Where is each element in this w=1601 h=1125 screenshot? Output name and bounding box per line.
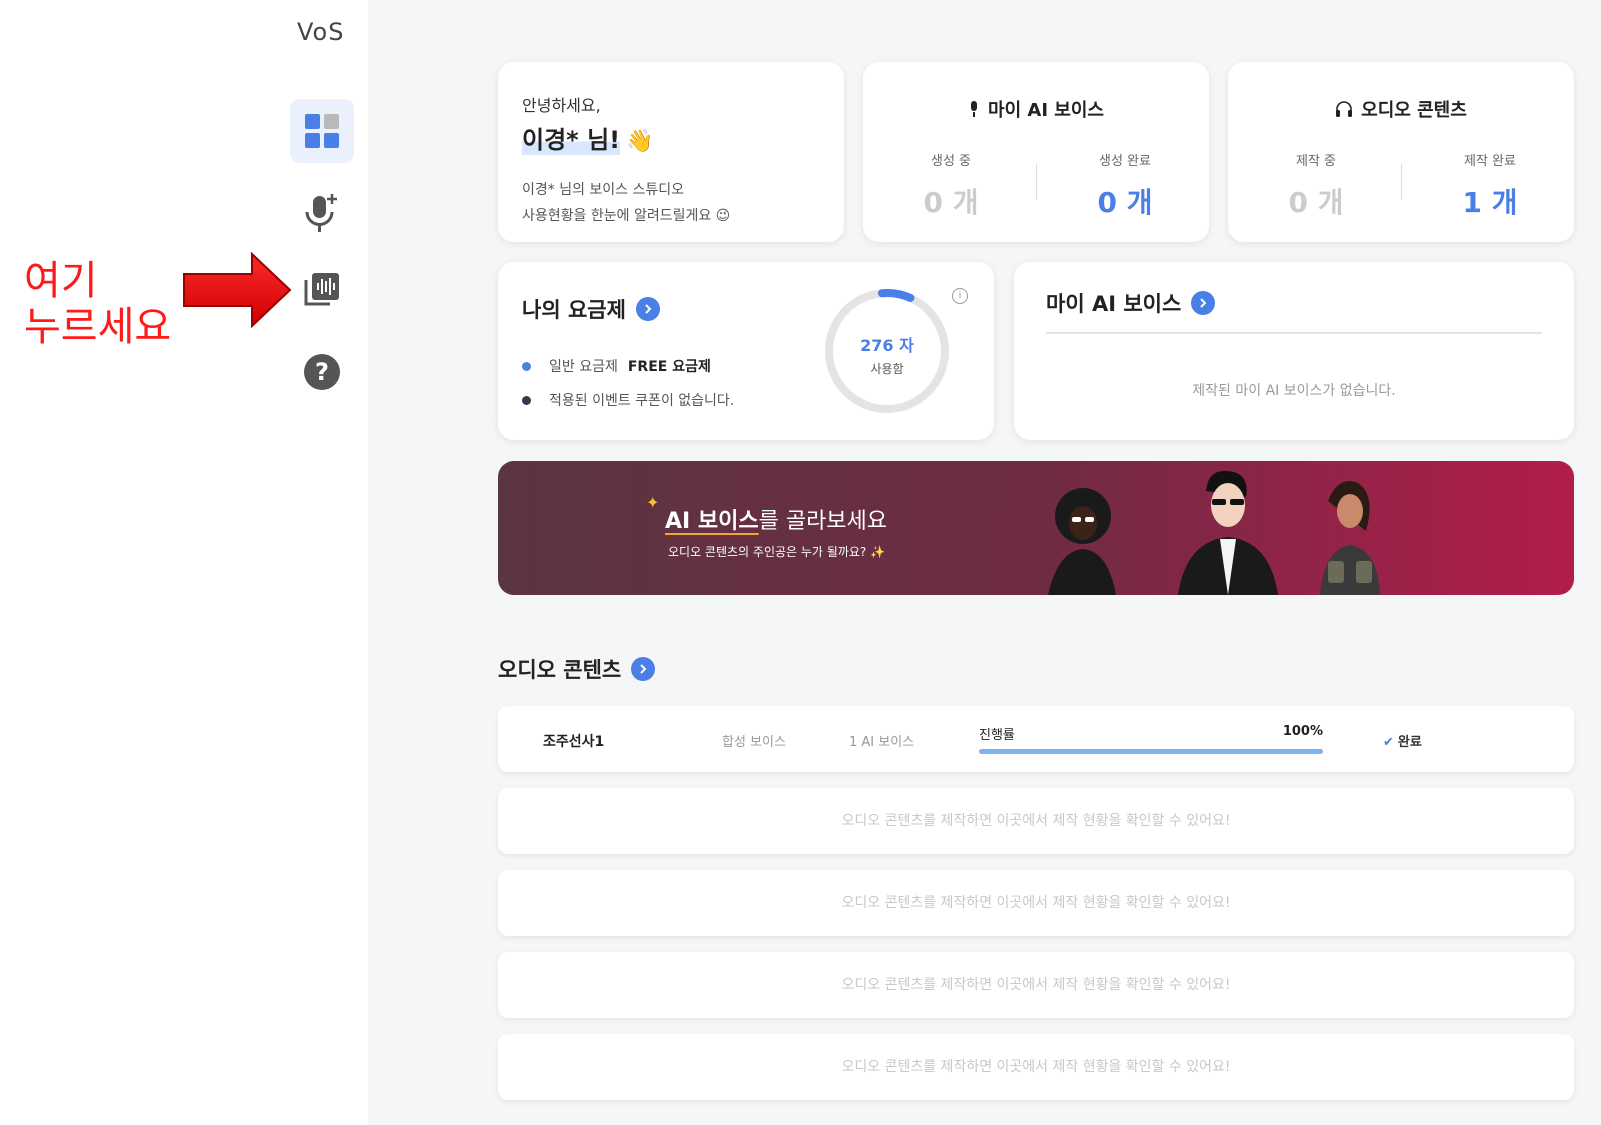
nav-voice-create-button[interactable] [290, 180, 354, 244]
help-icon: ? [304, 354, 340, 390]
status-label: 완료 [1397, 735, 1422, 750]
audio-stats-card[interactable]: 오디오 콘텐츠 제작 중 0 개 제작 완료 1 개 [1228, 62, 1574, 242]
audio-empty-message: 오디오 콘텐츠를 제작하면 이곳에서 제작 현황을 확인할 수 있어요! [841, 813, 1231, 829]
voice-characters-illustration [1048, 470, 1380, 595]
annotation-text: 여기 누르세요 [24, 258, 171, 350]
voice-done-label: 생성 완료 [1099, 154, 1151, 169]
mic-icon [971, 101, 978, 117]
headphones-icon [1336, 101, 1353, 117]
audio-content-type: 합성 보이스 [722, 735, 786, 750]
audio-stats-title: 오디오 콘텐츠 [1361, 100, 1467, 121]
audio-in-progress-label: 제작 중 [1295, 154, 1336, 169]
audio-content-voice: 1 AI 보이스 [849, 735, 915, 750]
bullet-icon [522, 361, 531, 371]
nav-help-button[interactable]: ? [290, 340, 354, 404]
audio-content-progress: 진행률 100% [979, 724, 1323, 754]
audio-empty-message: 오디오 콘텐츠를 제작하면 이곳에서 제작 현황을 확인할 수 있어요! [841, 895, 1231, 911]
voice-done-count: 0 개 [1097, 186, 1153, 219]
audio-section-header: 오디오 콘텐츠 [498, 654, 656, 684]
ai-voice-banner[interactable]: ✦ AI 보이스를 골라보세요 오디오 콘텐츠의 주인공은 누가 될까요? ✨ [498, 461, 1574, 595]
svg-text:?: ? [315, 358, 329, 386]
my-voice-card: 마이 AI 보이스 제작된 마이 AI 보이스가 없습니다. [1014, 262, 1574, 440]
voice-in-progress-label: 생성 중 [930, 154, 971, 169]
chevron-right-icon [635, 297, 660, 321]
coupon-status: 적용된 이벤트 쿠폰이 없습니다. [549, 393, 735, 409]
dashboard-icon [305, 114, 339, 148]
progress-label: 진행률 [979, 728, 1015, 743]
my-voice-stats-title: 마이 AI 보이스 [988, 100, 1104, 121]
info-icon[interactable]: i [952, 288, 968, 304]
audio-content-title: 조주선사1 [543, 734, 605, 750]
banner-headline: AI 보이스를 골라보세요 [665, 503, 887, 535]
banner-subtitle: 오디오 콘텐츠의 주인공은 누가 될까요? ✨ [668, 545, 886, 559]
audio-empty-message: 오디오 콘텐츠를 제작하면 이곳에서 제작 현황을 확인할 수 있어요! [841, 977, 1231, 993]
plan-title: 나의 요금제 [522, 298, 626, 322]
annotation-line2: 누르세요 [24, 304, 172, 350]
stat-divider [1036, 164, 1037, 200]
audio-in-progress-count: 0 개 [1288, 186, 1344, 219]
progress-percent: 100% [1282, 724, 1323, 739]
annotation-line1: 여기 [24, 258, 98, 304]
audio-done-count: 1 개 [1462, 186, 1518, 219]
mic-plus-icon [305, 194, 337, 232]
check-icon: ✔ [1383, 735, 1394, 750]
audio-title-link[interactable]: 오디오 콘텐츠 [498, 654, 656, 684]
app-logo[interactable]: VoS [297, 18, 344, 46]
my-voice-stats-card[interactable]: 마이 AI 보이스 생성 중 0 개 생성 완료 0 개 [863, 62, 1209, 242]
voice-in-progress-count: 0 개 [923, 186, 979, 219]
banner-headline-bold: AI 보이스 [665, 509, 759, 534]
sparkle-icon: ✦ [646, 493, 660, 512]
greeting-card: 안녕하세요, 이경* 님! 👋 이경* 님의 보이스 스튜디오 사용현황을 한눈에… [498, 62, 844, 242]
audio-empty-row: 오디오 콘텐츠를 제작하면 이곳에서 제작 현황을 확인할 수 있어요! [498, 1034, 1574, 1100]
my-voice-title-link[interactable]: 마이 AI 보이스 [1046, 288, 1542, 318]
annotation-arrow-icon [183, 252, 292, 328]
my-voice-title: 마이 AI 보이스 [1046, 292, 1182, 316]
usage-text: 276 자 사용함 [820, 332, 954, 377]
plan-item-value: FREE 요금제 [627, 359, 711, 375]
nav-dashboard-button[interactable] [290, 99, 354, 163]
usage-label: 사용함 [870, 362, 904, 376]
greeting-desc-1: 이경* 님의 보이스 스튜디오 [522, 182, 685, 198]
audio-empty-row: 오디오 콘텐츠를 제작하면 이곳에서 제작 현황을 확인할 수 있어요! [498, 870, 1574, 936]
user-name: 이경* 님! [522, 120, 621, 155]
divider [1046, 332, 1542, 334]
greeting-hello: 안녕하세요, [522, 96, 601, 115]
bullet-icon [522, 395, 531, 405]
audio-section-title: 오디오 콘텐츠 [498, 658, 622, 682]
audio-content-row[interactable]: 조주선사1 합성 보이스 1 AI 보이스 진행률 100% ✔ 완료 [498, 706, 1574, 772]
audio-library-icon [304, 273, 339, 306]
greeting-desc-2: 사용현황을 한눈에 알려드릴게요 😉 [522, 208, 731, 224]
audio-empty-row: 오디오 콘텐츠를 제작하면 이곳에서 제작 현황을 확인할 수 있어요! [498, 788, 1574, 854]
progress-bar [979, 749, 1323, 754]
sidebar: VoS ? [0, 0, 368, 1125]
audio-empty-message: 오디오 콘텐츠를 제작하면 이곳에서 제작 현황을 확인할 수 있어요! [841, 1059, 1231, 1075]
stat-divider [1401, 164, 1402, 200]
wave-hand-icon: 👋 [626, 129, 654, 154]
plan-item-label: 일반 요금제 [549, 359, 618, 375]
usage-value: 276 자 [860, 336, 914, 355]
plan-card: 나의 요금제 일반 요금제 FREE 요금제 적용된 이벤트 쿠폰이 없습니다.… [498, 262, 994, 440]
audio-done-label: 제작 완료 [1464, 154, 1516, 169]
nav-audio-content-button[interactable] [290, 258, 354, 322]
progress-bar-fill [979, 749, 1323, 754]
my-voice-empty-message: 제작된 마이 AI 보이스가 없습니다. [1192, 383, 1396, 399]
audio-content-status: ✔ 완료 [1383, 731, 1422, 750]
audio-empty-row: 오디오 콘텐츠를 제작하면 이곳에서 제작 현황을 확인할 수 있어요! [498, 952, 1574, 1018]
chevron-right-icon [631, 657, 656, 681]
banner-headline-rest: 를 골라보세요 [758, 509, 888, 534]
chevron-right-icon [1191, 291, 1216, 315]
